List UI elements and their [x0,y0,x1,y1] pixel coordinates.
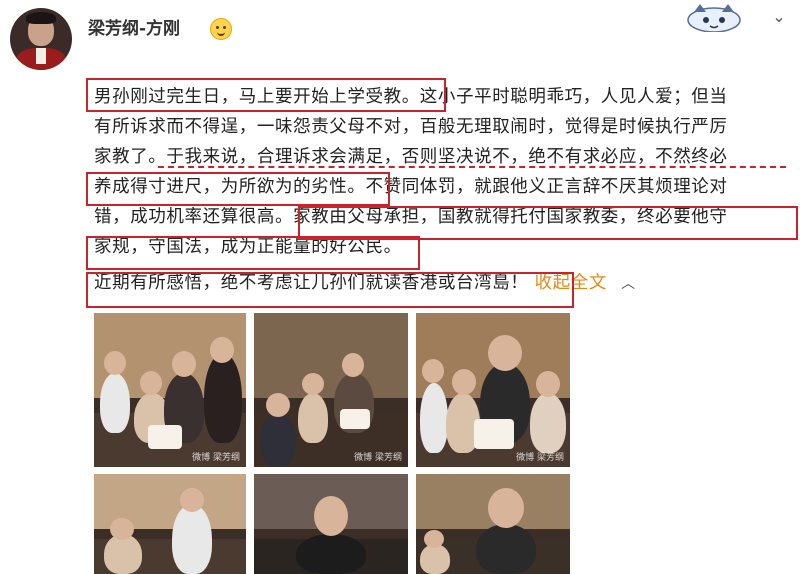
watermark: 微博 梁芳纲 [516,453,564,463]
post-line-last: 近期有所感悟，绝不考虑让儿孙们就读香港或台湾島！ 收起全文 ︿ [94,273,636,293]
photo-6[interactable] [416,474,570,574]
watermark: 微博 梁芳纲 [192,453,240,463]
post-line: 养成得寸进尺，为所欲为的劣性。不赞同体罚，就跟他义正言辞不厌其烦理论对 [94,177,728,197]
post-line: 家规，守国法，成为正能量的好公民。 [94,237,402,257]
photo-3[interactable]: 微博 梁芳纲 [416,313,570,467]
avatar[interactable] [10,8,72,70]
chevron-down-icon[interactable]: ⌄ [768,9,790,25]
post-text: 男孙刚过完生日，马上要开始上学受教。这小子平时聪明乖巧，人见人爱；但当 有所诉求… [94,82,794,299]
post-line: 男孙刚过完生日，马上要开始上学受教。这小子平时聪明乖巧，人见人爱；但当 [94,87,728,107]
photo-5[interactable] [254,474,408,574]
username[interactable]: 梁芳纲-方刚 [88,14,180,39]
chevron-up-icon: ︿ [621,276,636,292]
photo-4[interactable] [94,474,246,574]
post-line: 错，成功机率还算很高。家教由父母承担，国教就得托付国家教委，终必要他守 [94,207,728,227]
photo-1[interactable]: 微博 梁芳纲 [94,313,246,467]
collapse-button[interactable]: 收起全文 ︿ [535,273,636,293]
post-line: 家教了。于我来说，合理诉求会满足，否则坚决说不，绝不有求必应，不然终必 [94,147,728,167]
watermark: 微博 梁芳纲 [354,453,402,463]
post-line: 有所诉求而不得逞，一味怨责父母不对，百般无理取闹时，觉得是时候执行严厉 [94,117,728,137]
photo-2[interactable]: 微博 梁芳纲 [254,313,408,467]
smile-emoji-badge-icon [210,18,232,40]
cartoon-sticker-icon [687,4,741,32]
